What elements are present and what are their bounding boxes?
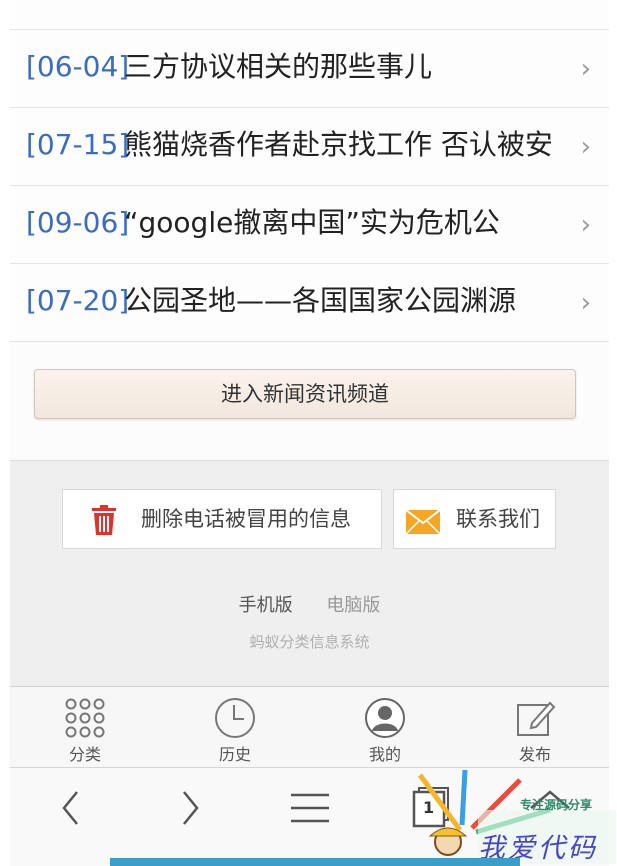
- chevron-right-icon: [183, 791, 199, 825]
- forward-button[interactable]: [165, 786, 215, 830]
- edit-icon: [517, 701, 556, 736]
- nav-category-label: 分类: [68, 745, 101, 764]
- nav-mine[interactable]: 我的: [310, 687, 460, 769]
- nav-publish-label: 发布: [518, 745, 551, 764]
- contact-us-label: 联系我们: [456, 507, 540, 531]
- nav-mine-label: 我的: [368, 745, 401, 764]
- nav-publish[interactable]: 发布: [460, 687, 610, 769]
- news-date: [06-04]: [26, 50, 130, 83]
- nav-category[interactable]: 分类: [10, 687, 160, 769]
- news-item[interactable]: [07-20] 公园圣地——各国国家公园渊源 ›: [10, 264, 609, 342]
- mail-icon: [406, 510, 440, 534]
- mobile-version-link[interactable]: 手机版: [239, 595, 293, 616]
- pc-version-link[interactable]: 电脑版: [326, 595, 380, 616]
- chevron-right-icon: ›: [581, 0, 591, 8]
- chevron-right-icon: ›: [580, 210, 591, 240]
- page: › [06-04] 三方协议相关的那些事儿 › [07-15] 熊猫烧香作者赴京…: [10, 0, 609, 866]
- news-title: 公园圣地——各国国家公园渊源: [124, 284, 517, 317]
- clock-icon: [215, 698, 255, 738]
- news-item[interactable]: [09-06] “google撤离中国”实为危机公 ›: [10, 186, 609, 264]
- delete-info-label: 删除电话被冒用的信息: [141, 507, 351, 531]
- partial-toolbar-strip: [110, 858, 520, 866]
- news-date: [09-06]: [26, 206, 130, 239]
- nav-history-label: 历史: [218, 745, 251, 764]
- news-date: [07-20]: [26, 284, 130, 317]
- chevron-right-icon: ›: [580, 132, 591, 162]
- news-date: [07-15]: [26, 128, 130, 161]
- user-icon: [365, 698, 405, 738]
- nav-history[interactable]: 历史: [160, 687, 310, 769]
- contact-us-button[interactable]: 联系我们: [393, 489, 556, 549]
- news-title: 三方协议相关的那些事儿: [124, 50, 433, 83]
- system-name: 蚂蚁分类信息系统: [249, 633, 370, 651]
- back-button[interactable]: [46, 786, 96, 830]
- bottom-nav: 分类 历史 我的 发布: [10, 686, 609, 768]
- news-title: “google撤离中国”实为危机公: [124, 206, 500, 239]
- menu-button[interactable]: [285, 786, 335, 830]
- chevron-left-icon: [62, 791, 78, 825]
- delete-info-button[interactable]: 删除电话被冒用的信息: [62, 489, 382, 549]
- news-item[interactable]: [06-04] 三方协议相关的那些事儿 ›: [10, 30, 609, 108]
- chevron-right-icon: ›: [580, 288, 591, 318]
- news-item[interactable]: [07-15] 熊猫烧香作者赴京找工作 否认被安 ›: [10, 108, 609, 186]
- version-links: 手机版 电脑版: [10, 591, 609, 617]
- trash-icon: [92, 505, 116, 535]
- news-channel-button[interactable]: 进入新闻资讯频道: [34, 369, 576, 419]
- menu-icon: [291, 793, 329, 823]
- grid-icon: [65, 698, 105, 738]
- news-item[interactable]: ›: [10, 0, 609, 30]
- chevron-right-icon: ›: [580, 54, 591, 84]
- watermark-slogan: 专注源码分享: [520, 798, 593, 812]
- footer: 删除电话被冒用的信息 联系我们 手机版 电脑版 蚂蚁分类信息系统: [10, 460, 609, 686]
- news-title: 熊猫烧香作者赴京找工作 否认被安: [124, 128, 553, 161]
